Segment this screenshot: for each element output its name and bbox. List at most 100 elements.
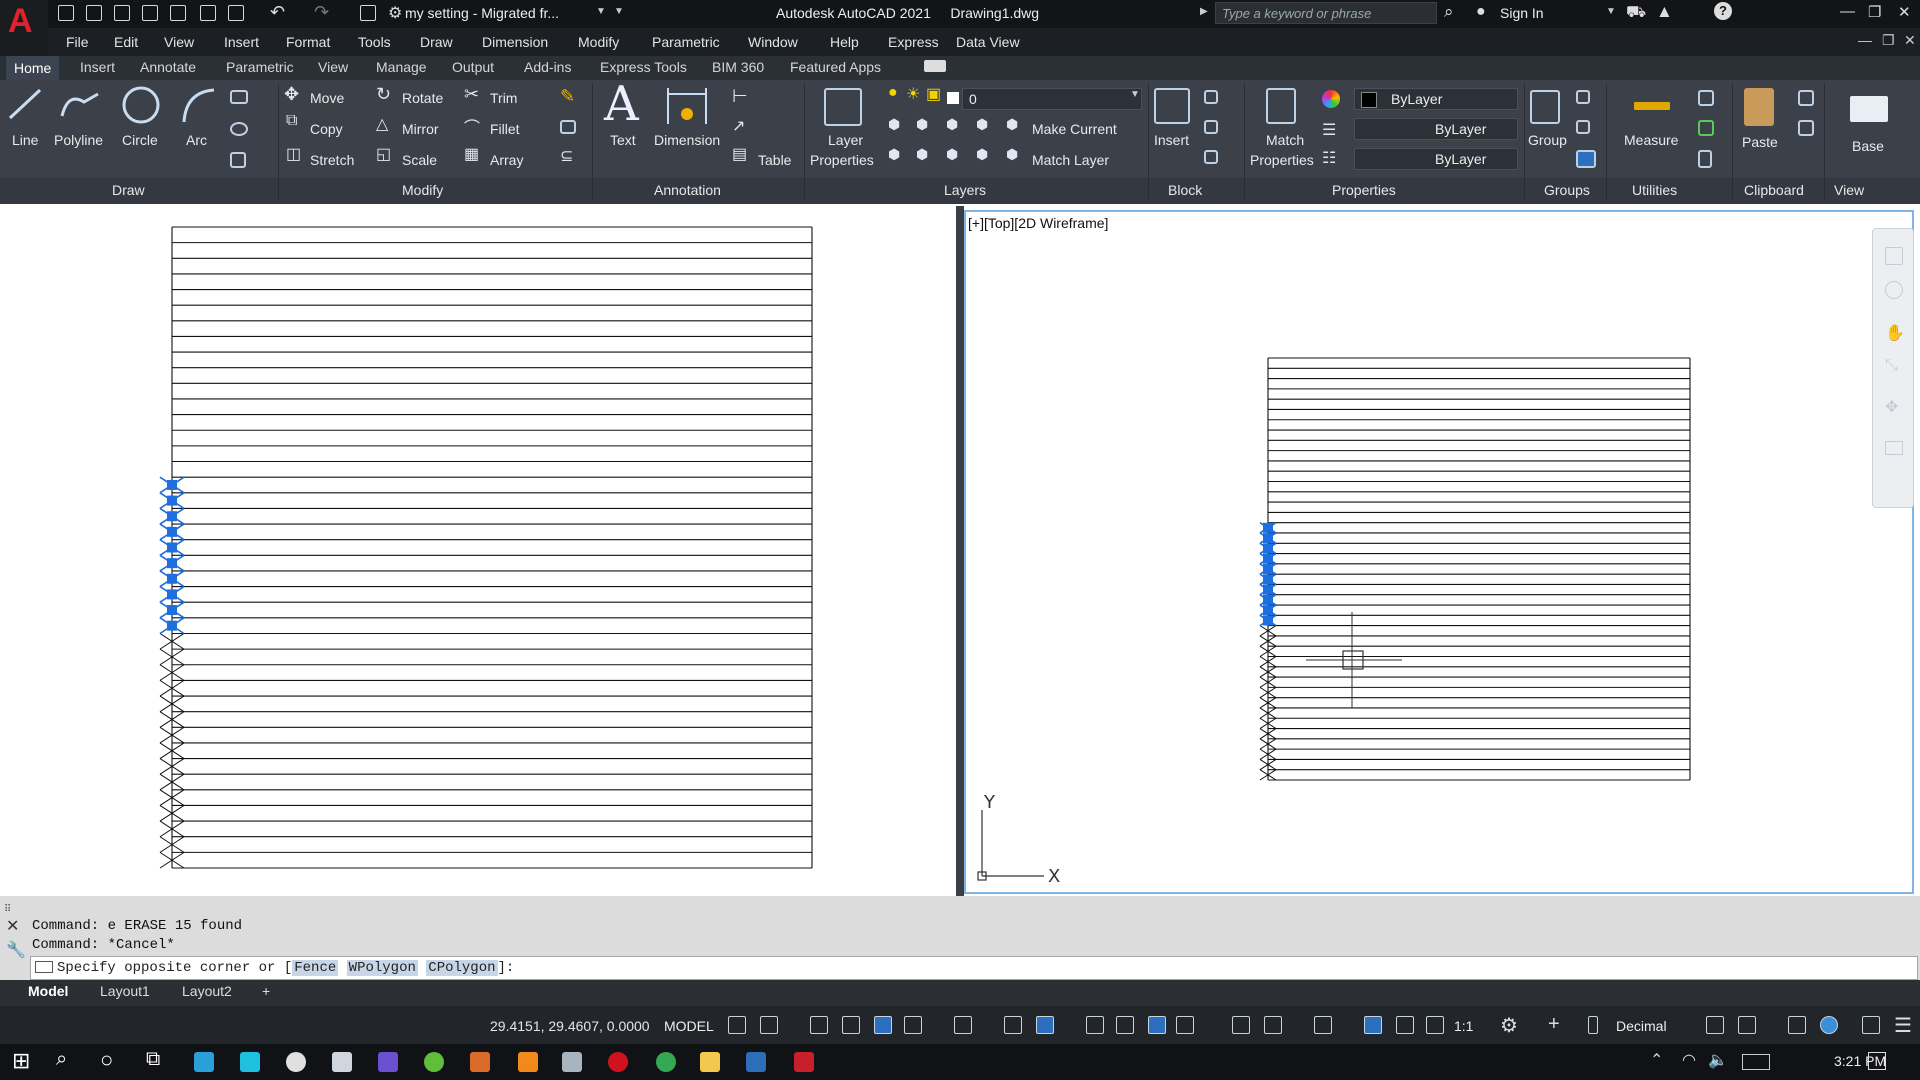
group-edit-icon[interactable] <box>1576 120 1590 134</box>
tab-layout1[interactable]: Layout1 <box>100 983 150 999</box>
menu-edit[interactable]: Edit <box>114 34 138 50</box>
ucs-x-label[interactable]: X <box>1048 866 1060 887</box>
plot-icon[interactable] <box>200 5 216 21</box>
rectangle-icon[interactable] <box>230 90 248 104</box>
layer-tool-icon[interactable]: ⬢ <box>888 116 900 133</box>
ungroup-icon[interactable] <box>1576 90 1590 104</box>
task-view-icon[interactable]: ⧉ <box>146 1048 160 1071</box>
layer-tool-icon[interactable]: ⬢ <box>946 116 958 133</box>
base-view-icon[interactable] <box>1850 96 1888 122</box>
annotation-scale-icon[interactable] <box>1426 1016 1444 1034</box>
trim-icon[interactable]: ✂ <box>464 84 479 105</box>
file-explorer-icon[interactable] <box>700 1052 720 1072</box>
menu-parametric[interactable]: Parametric <box>652 34 720 50</box>
group-selection-icon[interactable] <box>1576 150 1596 168</box>
layer-properties-label-2[interactable]: Properties <box>810 152 874 168</box>
save-icon[interactable] <box>114 5 130 21</box>
hardware-acceleration-icon[interactable] <box>1820 1016 1838 1034</box>
selection-grip[interactable] <box>1263 605 1273 616</box>
leader-icon[interactable]: ↗ <box>732 116 745 136</box>
ucs-y-label[interactable]: Y <box>983 792 996 813</box>
menu-file[interactable]: File <box>66 34 89 50</box>
option-wpolygon[interactable]: WPolygon <box>346 960 418 976</box>
modify-panel-title[interactable]: Modify <box>402 182 443 198</box>
layer-on-icon[interactable]: ● <box>888 84 898 102</box>
text-icon[interactable]: A <box>604 76 639 132</box>
chevron-down-icon[interactable]: ▼ <box>596 6 606 17</box>
customize-wrench-icon[interactable]: 🔧 <box>6 940 26 960</box>
annotation-scale-value[interactable]: 1:1 <box>1454 1018 1473 1034</box>
object-snap-tracking-icon[interactable] <box>1004 1016 1022 1034</box>
menu-draw[interactable]: Draw <box>420 34 453 50</box>
taskbar-app-icon[interactable] <box>424 1052 444 1072</box>
recent-commands-icon[interactable] <box>35 961 53 974</box>
tab-layout2[interactable]: Layout2 <box>182 983 232 999</box>
polyline-icon[interactable] <box>58 86 102 122</box>
circle-icon[interactable] <box>120 86 162 128</box>
ribbon-toggle-icon[interactable] <box>924 60 946 72</box>
autodesk-account-icon[interactable]: ▲ <box>1656 2 1673 22</box>
arc-button-label[interactable]: Arc <box>186 132 207 148</box>
menu-insert[interactable]: Insert <box>224 34 259 50</box>
volume-icon[interactable]: 🔈 <box>1708 1050 1728 1070</box>
quick-properties-icon[interactable] <box>1706 1016 1724 1034</box>
gizmo-icon[interactable] <box>1314 1016 1332 1034</box>
3d-osnap-icon[interactable] <box>1176 1016 1194 1034</box>
selection-filter-icon[interactable] <box>1264 1016 1282 1034</box>
command-line-input[interactable]: Specify opposite corner or [Fence WPolyg… <box>30 956 1918 980</box>
menu-window[interactable]: Window <box>748 34 798 50</box>
workspace-gear-icon[interactable]: ⚙ <box>1500 1013 1518 1038</box>
fillet-button[interactable]: Fillet <box>490 121 520 137</box>
dimension-icon[interactable] <box>664 86 710 126</box>
selection-grip[interactable] <box>167 620 177 631</box>
selection-grip[interactable] <box>1263 594 1273 605</box>
selection-grip[interactable] <box>167 605 177 616</box>
taskbar-app-icon[interactable] <box>470 1052 490 1072</box>
clipboard-panel-title[interactable]: Clipboard <box>1744 182 1804 198</box>
base-button-label[interactable]: Base <box>1852 138 1884 154</box>
insert-button-label[interactable]: Insert <box>1154 132 1189 148</box>
taskbar-app-icon[interactable] <box>194 1052 214 1072</box>
selection-grip[interactable] <box>1263 533 1273 544</box>
layers-panel-title[interactable]: Layers <box>944 182 986 198</box>
menu-dimension[interactable]: Dimension <box>482 34 548 50</box>
tab-home[interactable]: Home <box>6 56 60 80</box>
chevron-down-icon[interactable]: ▼ <box>1606 6 1616 17</box>
arc-icon[interactable] <box>178 86 218 126</box>
edit-block-icon[interactable] <box>1204 120 1218 134</box>
line-icon[interactable] <box>8 86 44 122</box>
selection-grip[interactable] <box>167 479 177 490</box>
stretch-button[interactable]: Stretch <box>310 152 354 168</box>
move-button[interactable]: Move <box>310 90 344 106</box>
linetype-icon[interactable]: ☷ <box>1322 148 1336 168</box>
coordinates-readout[interactable]: 29.4151, 29.4607, 0.0000 <box>490 1018 650 1034</box>
workspace-selector[interactable]: my setting - Migrated fr... <box>405 5 559 21</box>
option-cpolygon[interactable]: CPolygon <box>426 960 498 976</box>
annotation-panel-title[interactable]: Annotation <box>654 182 721 198</box>
notifications-icon[interactable] <box>1868 1052 1886 1070</box>
rotate-button[interactable]: Rotate <box>402 90 443 106</box>
revit-icon[interactable] <box>746 1052 766 1072</box>
application-menu-button[interactable]: A <box>0 0 48 56</box>
menu-express[interactable]: Express <box>888 34 939 50</box>
selection-grip[interactable] <box>167 495 177 506</box>
selection-cycling-icon[interactable] <box>1148 1016 1166 1034</box>
match-layer-icon[interactable]: ⬢ <box>1006 146 1018 163</box>
keyboard-icon[interactable] <box>1742 1054 1770 1070</box>
tab-annotate[interactable]: Annotate <box>140 59 196 75</box>
table-button[interactable]: Table <box>758 152 791 168</box>
viewport-divider[interactable] <box>956 206 964 896</box>
rotate-icon[interactable]: ↻ <box>376 84 391 105</box>
erase-icon[interactable]: ✎ <box>560 86 575 107</box>
help-icon[interactable]: ? <box>1714 2 1732 20</box>
color-wheel-icon[interactable] <box>1322 90 1340 108</box>
layer-properties-icon[interactable] <box>824 88 862 126</box>
full-navigation-icon[interactable] <box>1885 281 1903 299</box>
navigation-bar[interactable]: ✋ ⤡ ✥ <box>1872 228 1914 508</box>
groups-panel-title[interactable]: Groups <box>1544 182 1590 198</box>
autocad-taskbar-icon[interactable] <box>794 1052 814 1072</box>
vlc-icon[interactable] <box>518 1052 538 1072</box>
layer-tool-icon[interactable]: ⬢ <box>888 146 900 163</box>
mirror-icon[interactable]: △ <box>376 114 388 134</box>
option-fence[interactable]: Fence <box>292 960 339 976</box>
